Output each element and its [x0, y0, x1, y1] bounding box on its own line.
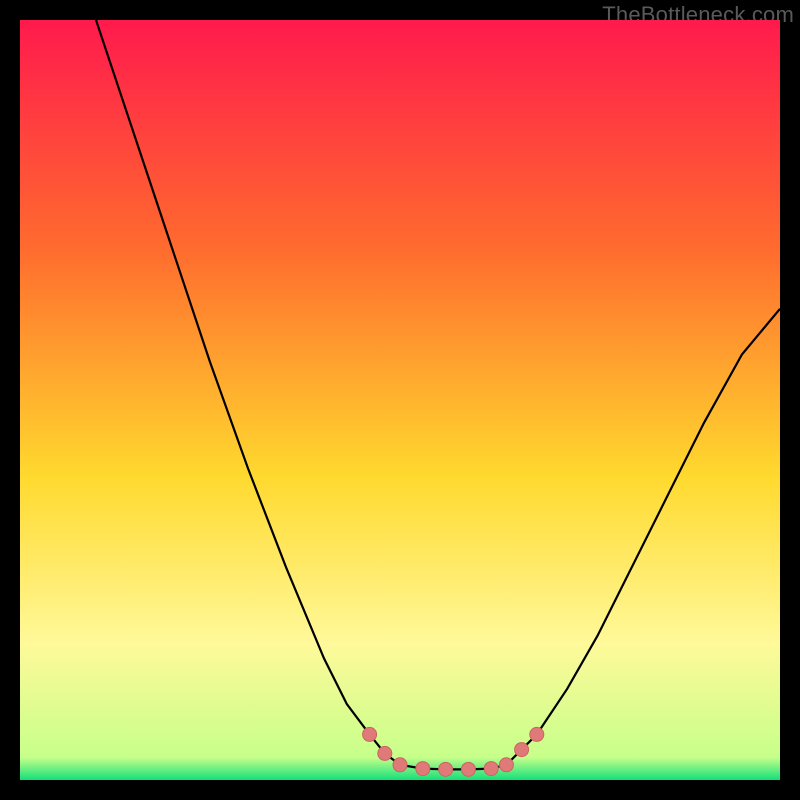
floor-marker [416, 762, 430, 776]
floor-marker [484, 762, 498, 776]
chart-canvas [20, 20, 780, 780]
outer-frame: TheBottleneck.com [0, 0, 800, 800]
floor-marker [499, 758, 513, 772]
floor-marker [393, 758, 407, 772]
floor-marker [461, 762, 475, 776]
floor-marker [530, 727, 544, 741]
floor-marker [378, 746, 392, 760]
floor-marker [363, 727, 377, 741]
floor-marker [515, 743, 529, 757]
floor-marker [439, 762, 453, 776]
